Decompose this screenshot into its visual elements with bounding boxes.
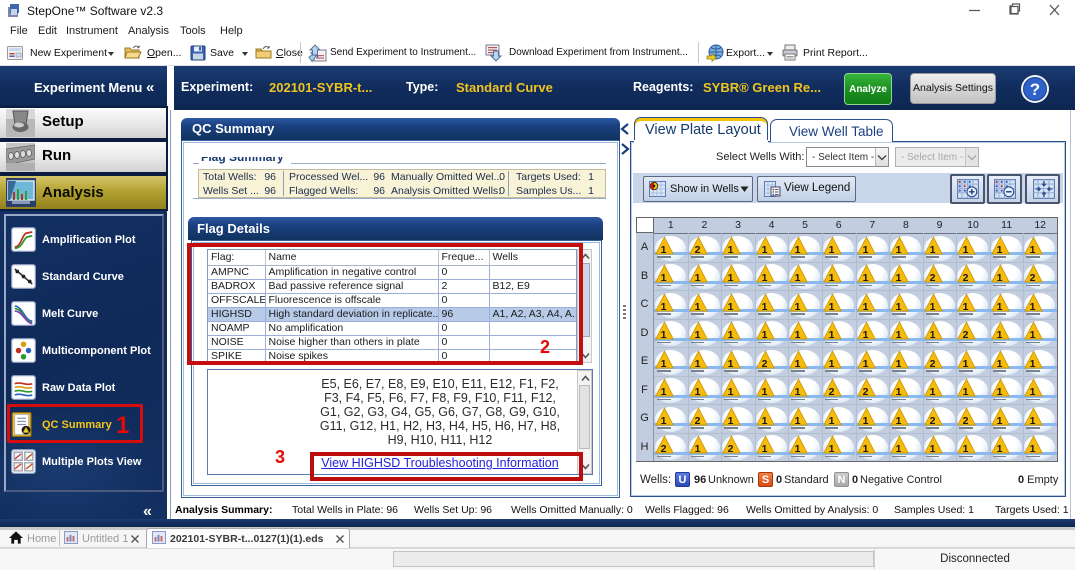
svg-text:1: 1 — [795, 329, 801, 340]
svg-text:1: 1 — [963, 443, 969, 454]
svg-text:1: 1 — [829, 329, 835, 340]
svg-text:1: 1 — [996, 272, 1002, 283]
svg-text:1: 1 — [1030, 386, 1036, 397]
svg-text:1: 1 — [694, 300, 700, 311]
svg-text:1: 1 — [929, 443, 935, 454]
svg-text:1: 1 — [661, 386, 667, 397]
svg-text:1: 1 — [728, 414, 734, 425]
svg-text:1: 1 — [862, 243, 868, 254]
svg-text:1: 1 — [1030, 300, 1036, 311]
svg-text:1: 1 — [728, 386, 734, 397]
svg-text:1: 1 — [795, 300, 801, 311]
svg-text:1: 1 — [929, 243, 935, 254]
svg-text:1: 1 — [896, 272, 902, 283]
svg-text:1: 1 — [829, 272, 835, 283]
svg-text:1: 1 — [963, 243, 969, 254]
svg-text:1: 1 — [896, 300, 902, 311]
svg-text:1: 1 — [896, 386, 902, 397]
svg-text:1: 1 — [795, 243, 801, 254]
svg-text:1: 1 — [761, 272, 767, 283]
svg-text:1: 1 — [862, 443, 868, 454]
svg-text:1: 1 — [929, 386, 935, 397]
svg-text:1: 1 — [694, 443, 700, 454]
svg-text:1: 1 — [862, 414, 868, 425]
svg-text:1: 1 — [761, 414, 767, 425]
svg-text:1: 1 — [1030, 243, 1036, 254]
svg-text:1: 1 — [996, 329, 1002, 340]
svg-text:1: 1 — [896, 357, 902, 368]
svg-text:1: 1 — [761, 243, 767, 254]
svg-text:2: 2 — [963, 414, 969, 425]
svg-text:1: 1 — [694, 329, 700, 340]
svg-text:2: 2 — [929, 414, 935, 425]
svg-text:1: 1 — [996, 443, 1002, 454]
svg-text:1: 1 — [862, 357, 868, 368]
svg-text:1: 1 — [761, 443, 767, 454]
svg-text:2: 2 — [963, 272, 969, 283]
svg-text:1: 1 — [728, 357, 734, 368]
svg-text:2: 2 — [829, 386, 835, 397]
svg-text:2: 2 — [761, 357, 767, 368]
svg-text:2: 2 — [694, 414, 700, 425]
svg-text:1: 1 — [996, 386, 1002, 397]
svg-text:1: 1 — [694, 272, 700, 283]
svg-text:1: 1 — [963, 357, 969, 368]
svg-text:1: 1 — [661, 272, 667, 283]
svg-text:1: 1 — [795, 386, 801, 397]
svg-text:2: 2 — [1030, 272, 1036, 283]
svg-text:1: 1 — [761, 329, 767, 340]
svg-text:1: 1 — [829, 300, 835, 311]
svg-text:1: 1 — [1030, 357, 1036, 368]
svg-text:1: 1 — [1030, 443, 1036, 454]
svg-text:1: 1 — [963, 386, 969, 397]
svg-text:1: 1 — [661, 300, 667, 311]
svg-text:1: 1 — [829, 414, 835, 425]
svg-text:1: 1 — [1030, 329, 1036, 340]
svg-text:1: 1 — [694, 357, 700, 368]
svg-text:1: 1 — [728, 329, 734, 340]
svg-text:1: 1 — [929, 329, 935, 340]
svg-text:1: 1 — [829, 357, 835, 368]
svg-text:1: 1 — [795, 414, 801, 425]
svg-text:1: 1 — [661, 329, 667, 340]
svg-text:1: 1 — [761, 386, 767, 397]
svg-text:1: 1 — [862, 300, 868, 311]
svg-text:2: 2 — [963, 329, 969, 340]
svg-text:2: 2 — [929, 272, 935, 283]
svg-text:2: 2 — [728, 443, 734, 454]
svg-text:1: 1 — [728, 300, 734, 311]
svg-text:1: 1 — [694, 386, 700, 397]
svg-text:1: 1 — [862, 329, 868, 340]
svg-text:1: 1 — [996, 414, 1002, 425]
svg-text:1: 1 — [963, 300, 969, 311]
svg-text:1: 1 — [795, 272, 801, 283]
svg-text:1: 1 — [728, 272, 734, 283]
svg-text:1: 1 — [896, 443, 902, 454]
svg-text:1: 1 — [896, 329, 902, 340]
svg-text:1: 1 — [829, 243, 835, 254]
svg-text:?: ? — [1030, 80, 1040, 99]
svg-text:1: 1 — [996, 300, 1002, 311]
svg-text:1: 1 — [896, 414, 902, 425]
svg-text:1: 1 — [761, 300, 767, 311]
svg-text:1: 1 — [996, 243, 1002, 254]
svg-text:1: 1 — [829, 443, 835, 454]
svg-text:2: 2 — [862, 386, 868, 397]
svg-text:1: 1 — [795, 357, 801, 368]
svg-text:1: 1 — [896, 243, 902, 254]
svg-text:1: 1 — [929, 300, 935, 311]
svg-text:1: 1 — [795, 443, 801, 454]
svg-text:2: 2 — [694, 243, 700, 254]
svg-text:2: 2 — [929, 357, 935, 368]
svg-text:2: 2 — [661, 443, 667, 454]
svg-text:1: 1 — [661, 414, 667, 425]
svg-text:1: 1 — [661, 357, 667, 368]
svg-text:1: 1 — [1030, 414, 1036, 425]
svg-text:1: 1 — [996, 357, 1002, 368]
svg-text:1: 1 — [862, 272, 868, 283]
svg-text:1: 1 — [728, 243, 734, 254]
svg-text:1: 1 — [661, 243, 667, 254]
